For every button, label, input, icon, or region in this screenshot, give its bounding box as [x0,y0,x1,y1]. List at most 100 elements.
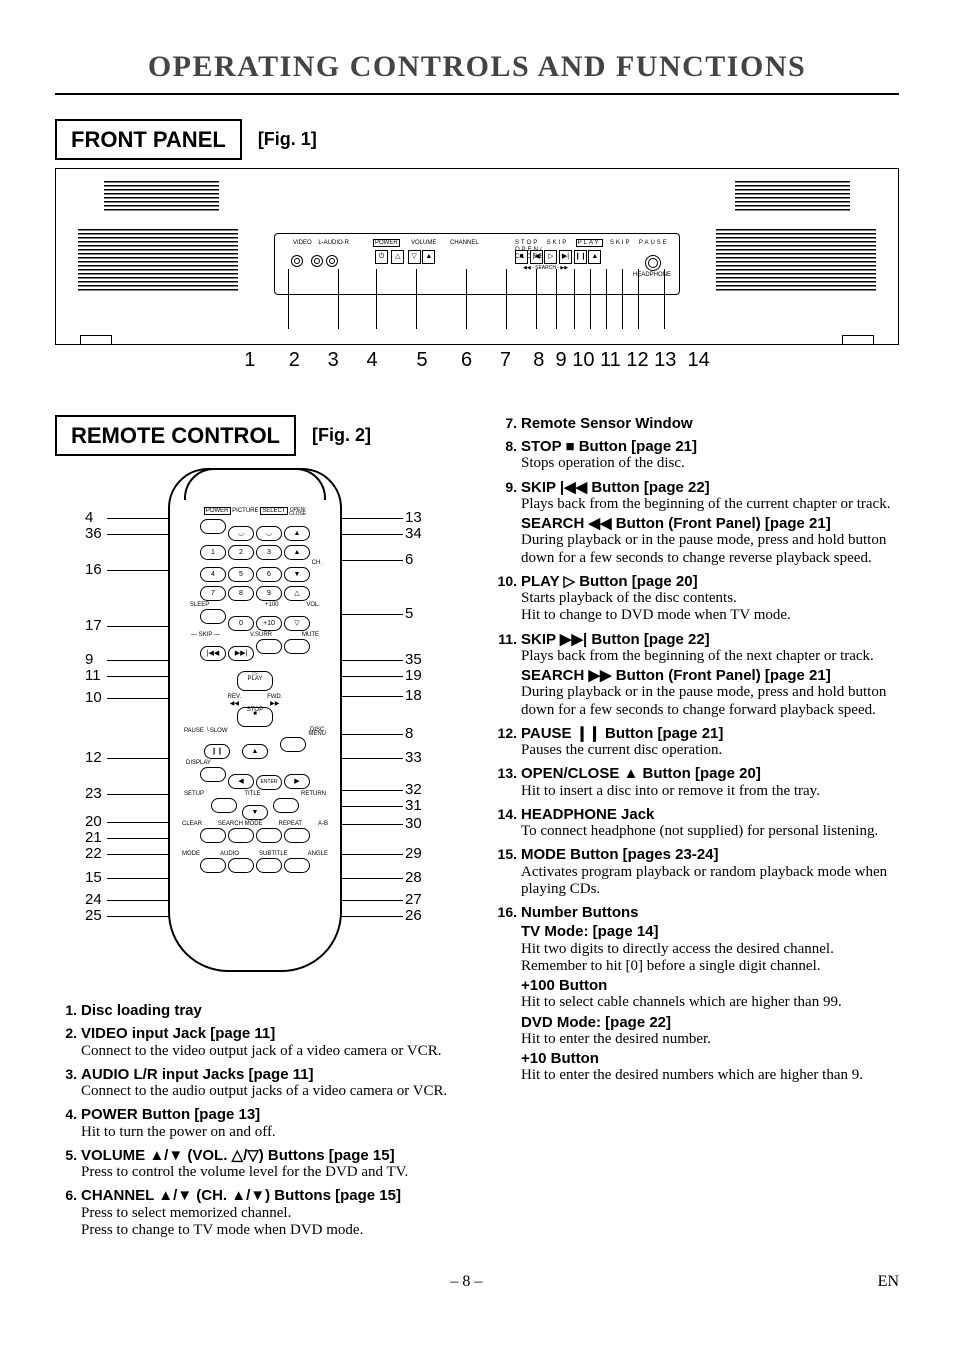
remote-heading: REMOTE CONTROL [55,415,296,456]
item-number: 5. [55,1147,81,1182]
item-number: 14. [495,806,521,841]
fp-ch-up: ▽ [408,250,421,264]
item-desc: Plays back from the beginning of the cur… [521,496,899,513]
rbtn-play: ▷ PLAY [237,671,273,691]
item-desc: Hit to select cable channels which are h… [521,994,899,1011]
rbtn-6: 6 [256,567,282,582]
jack-headphone [645,255,661,271]
rlbl-select: SELECT [260,507,287,515]
label-pause: PAUSE [639,240,669,246]
rbtn-mode [200,858,226,873]
rbtn-enter: ENTER [256,775,282,790]
label-volume: VOLUME [411,240,436,247]
lead-label: 11 [85,667,101,684]
item-desc: Activates program playback or random pla… [521,864,899,899]
rbtn-open: ▲ [284,526,310,541]
remote-header: REMOTE CONTROL [Fig. 2] [55,415,455,456]
list-item: 3.AUDIO L/R input Jacks [page 11]Connect… [55,1066,455,1101]
item-title: PAUSE ❙❙ Button [page 21] [521,725,899,742]
fp-power-btn: ⏻ [375,250,388,264]
jack-video [291,255,303,267]
lead-label: 22 [85,845,102,862]
fp-eject: ▲ [588,250,601,264]
item-number: 11. [495,631,521,719]
rbtn-subtitle [256,858,282,873]
rbtn-vol-dn: ▽ [284,616,310,631]
lead-label: 35 [405,651,422,668]
item-number: 1. [55,1002,81,1019]
front-panel-heading: FRONT PANEL [55,119,242,160]
item-title: STOP ■ Button [page 21] [521,438,899,455]
rbtn-0: 0 [228,616,254,631]
lead-label: 19 [405,667,422,684]
rbtn-vsurr [256,639,282,654]
list-item: 6.CHANNEL ▲/▼ (CH. ▲/▼) Buttons [page 15… [55,1187,455,1239]
item-title: OPEN/CLOSE ▲ Button [page 20] [521,765,899,782]
item-title: MODE Button [pages 23-24] [521,846,899,863]
page-number: – 8 – [450,1273,482,1290]
item-subtitle: +100 Button [521,977,899,994]
rbtn-ab [284,828,310,843]
item-number: 6. [55,1187,81,1239]
jack-audio-r [326,255,338,267]
lead-label: 17 [85,617,102,634]
item-desc: Hit to insert a disc into or remove it f… [521,783,899,800]
lead-label: 16 [85,561,102,578]
lead-label: 21 [85,829,102,846]
list-item: 11.SKIP ▶▶| Button [page 22]Plays back f… [495,631,899,719]
lead-label: 18 [405,687,422,704]
item-desc: Hit to enter the desired number. [521,1031,899,1048]
list-item: 2.VIDEO input Jack [page 11]Connect to t… [55,1025,455,1060]
item-number: 15. [495,846,521,898]
item-number: 7. [495,415,521,432]
rbtn-power [200,519,226,534]
rlbl-ab: A-B [318,821,328,828]
rlbl-skip: SKIP [199,632,213,638]
lead-label: 31 [405,797,422,814]
rbtn-up: ▲ [242,744,268,759]
fig1-label: [Fig. 1] [258,129,317,150]
item-desc: Press to select memorized channel.Press … [81,1205,455,1240]
rbtn-stop: STOP ■ [237,707,273,727]
item-number: 10. [495,573,521,625]
label-search: SEARCH [535,265,556,271]
item-title: SKIP ▶▶| Button [page 22] [521,631,899,648]
fp-play: ▷ [544,250,557,264]
lead-label: 9 [85,651,93,668]
rbtn-select: ◡ [256,526,282,541]
item-title: CHANNEL ▲/▼ (CH. ▲/▼) Buttons [page 15] [81,1187,455,1204]
item-number: 13. [495,765,521,800]
label-channel: CHANNEL [450,240,479,247]
lead-label: 25 [85,907,102,924]
item-desc: During playback or in the pause mode, pr… [521,684,899,719]
rlbl-open: OPEN/ CLOSE [289,508,306,516]
rlbl-mode: MODE [182,851,200,858]
rbtn-disc [280,737,306,752]
rbtn-2: 2 [228,545,254,560]
item-number: 8. [495,438,521,473]
front-panel-diagram: VIDEO L-AUDIO-R POWER VOLUME CHANNEL ⏻ △… [55,168,899,345]
rbtn-ch-dn: ▼ [284,567,310,582]
rbtn-4: 4 [200,567,226,582]
label-stop: STOP [515,240,539,246]
lead-label: 33 [405,749,422,766]
label-skip2: SKIP [610,240,632,246]
lead-label: 27 [405,891,422,908]
rbtn-clear [200,828,226,843]
item-title: VIDEO input Jack [page 11] [81,1025,455,1042]
item-subtitle: DVD Mode: [page 22] [521,1014,899,1031]
rbtn-display [200,767,226,782]
list-item: 9.SKIP |◀◀ Button [page 22]Plays back fr… [495,479,899,567]
lead-label: 20 [85,813,102,830]
rbtn-sleep [200,609,226,624]
fig2-label: [Fig. 2] [312,425,371,446]
page-title: OPERATING CONTROLS AND FUNCTIONS [55,50,899,95]
rbtn-pause: ❙❙ [204,744,230,759]
rbtn-7: 7 [200,586,226,601]
list-item: 10.PLAY ▷ Button [page 20]Starts playbac… [495,573,899,625]
lead-label: 5 [405,605,413,622]
item-number: 12. [495,725,521,760]
rbtn-audio [228,858,254,873]
rbtn-skip-f: ▶▶| [228,646,254,661]
lead-label: 23 [85,785,102,802]
